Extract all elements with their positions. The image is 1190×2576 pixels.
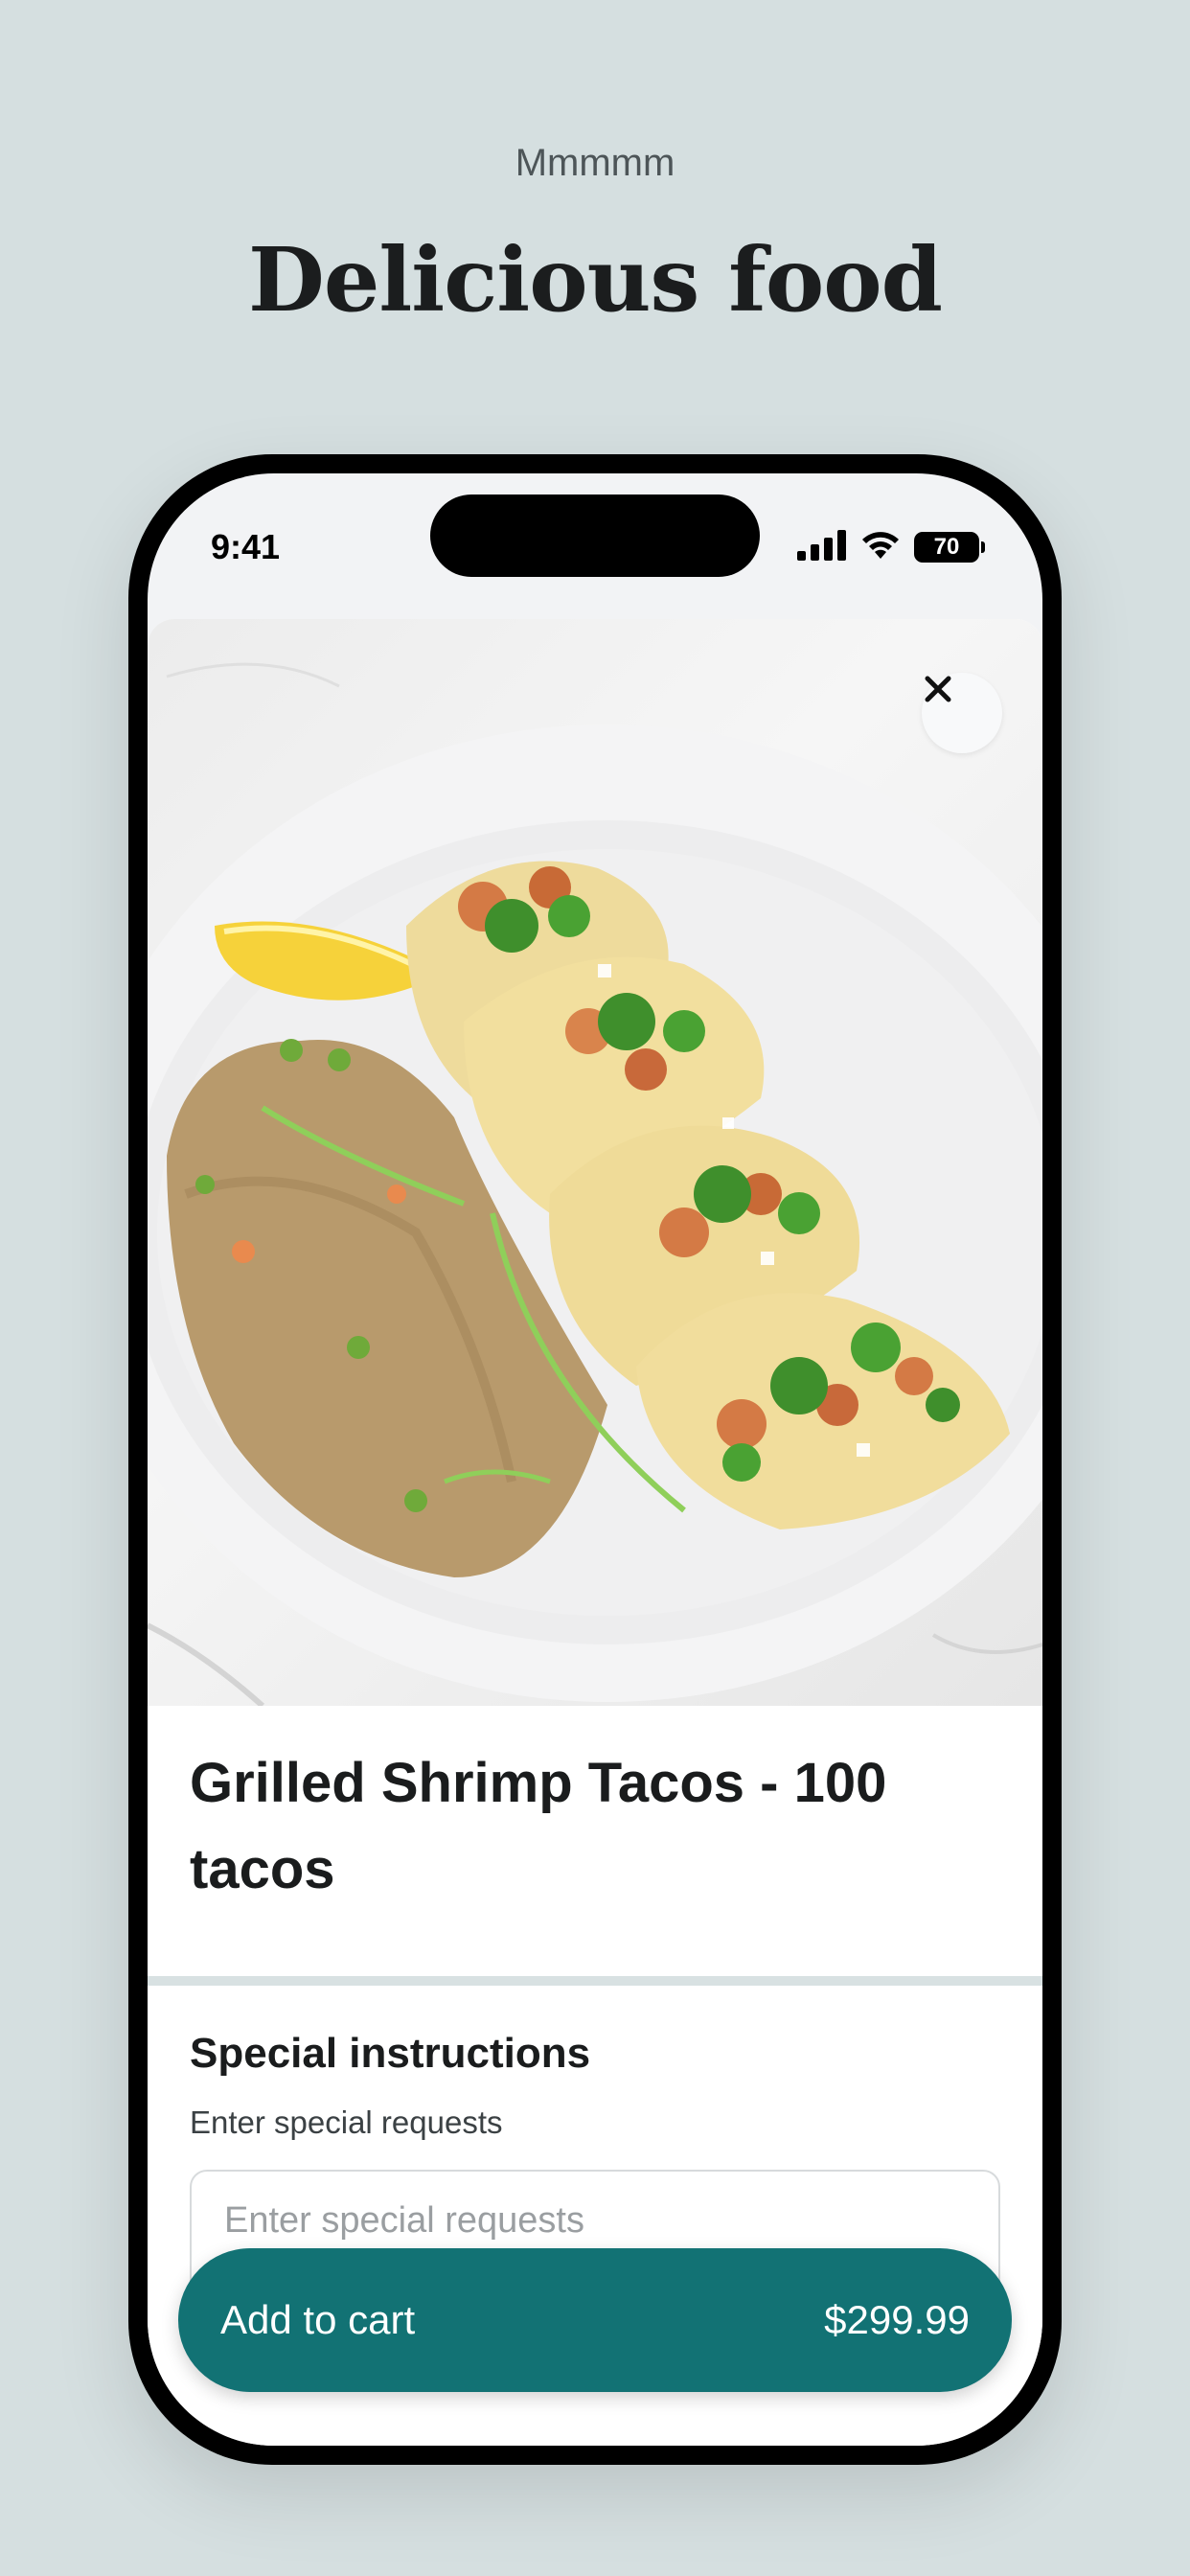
add-to-cart-button[interactable]: Add to cart $299.99 <box>178 2248 1012 2392</box>
item-title: Grilled Shrimp Tacos - 100 tacos <box>190 1752 887 1900</box>
status-bar: 9:41 70 <box>148 473 1042 617</box>
section-divider <box>148 1976 1042 1986</box>
status-time: 9:41 <box>211 527 281 566</box>
phone-frame: 9:41 70 Grilled Shrimp Tacos - 100 tacos… <box>128 454 1062 2465</box>
add-to-cart-label: Add to cart <box>220 2297 416 2342</box>
special-instructions-subtitle: Enter special requests <box>190 2104 503 2140</box>
special-instructions-title: Special instructions <box>190 2030 591 2077</box>
hero-kicker: Mmmmm <box>515 142 675 184</box>
add-to-cart-price: $299.99 <box>824 2297 970 2342</box>
status-icons: 70 <box>797 529 985 565</box>
close-button[interactable] <box>922 673 1002 753</box>
hero-title: Delicious food <box>248 228 943 332</box>
phone-screen: 9:41 70 Grilled Shrimp Tacos - 100 tacos… <box>148 473 1042 2446</box>
item-sheet: Grilled Shrimp Tacos - 100 tacos Special… <box>148 619 1042 2446</box>
signal-icon <box>797 529 847 565</box>
food-image <box>148 619 1042 1706</box>
dynamic-island <box>430 494 760 577</box>
battery-icon: 70 <box>914 532 985 563</box>
wifi-icon <box>858 530 903 565</box>
